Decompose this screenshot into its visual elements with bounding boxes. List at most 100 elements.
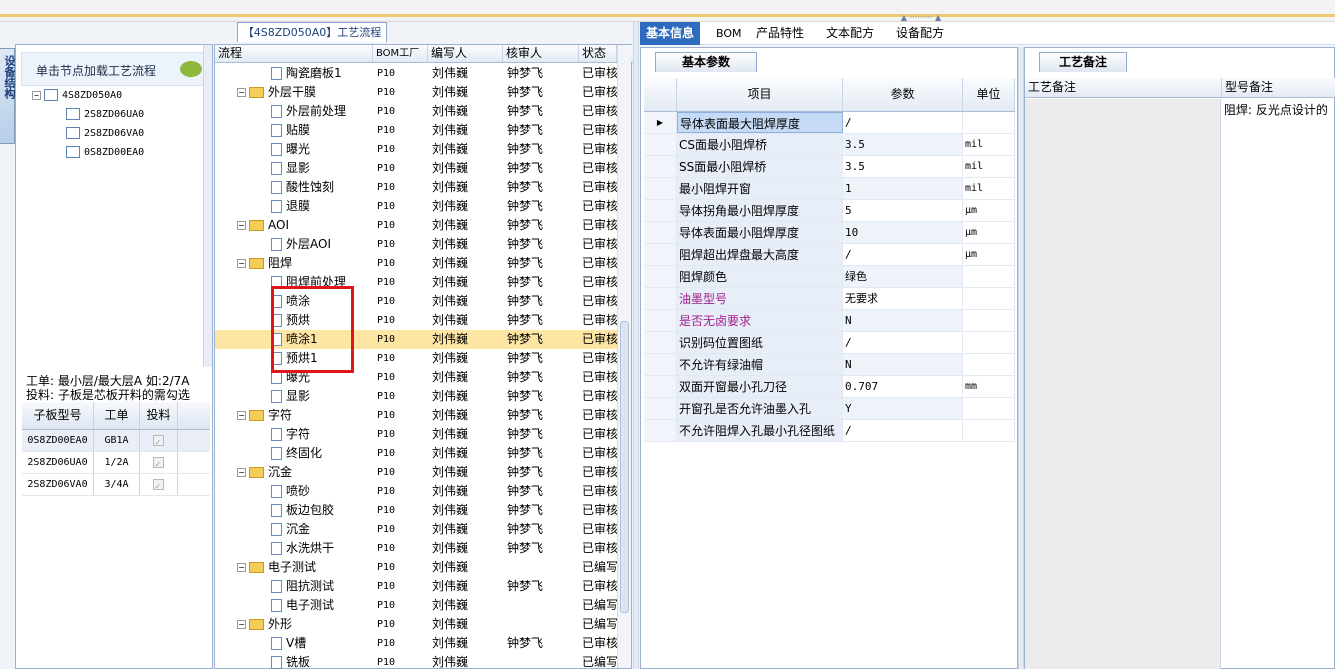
row-indicator[interactable] [644, 244, 677, 265]
table-row[interactable]: 2S8ZD06UA0 1/2A [22, 452, 210, 476]
vertical-tab-device-structure[interactable]: 设备结构 [0, 48, 16, 144]
process-row[interactable]: 外层AOI P10 刘伟巍 钟梦飞 已审核 [215, 235, 617, 254]
panel-splitter[interactable] [633, 22, 639, 669]
param-row[interactable]: 识别码位置图纸 / [644, 332, 1015, 354]
collapse-icon[interactable]: − [32, 90, 41, 100]
column-header[interactable]: 子板型号 [22, 402, 94, 429]
column-header[interactable]: 项目 [677, 78, 843, 111]
row-indicator[interactable] [644, 332, 677, 353]
process-row[interactable]: 贴膜 P10 刘伟巍 钟梦飞 已审核 [215, 121, 617, 140]
process-row[interactable]: 水洗烘干 P10 刘伟巍 钟梦飞 已审核 [215, 539, 617, 558]
column-header[interactable]: 单位 [963, 78, 1015, 111]
process-row[interactable]: 板边包胶 P10 刘伟巍 钟梦飞 已审核 [215, 501, 617, 520]
param-row[interactable]: 开窗孔是否允许油墨入孔 Y [644, 398, 1015, 420]
process-grid-scrollbar[interactable] [617, 45, 631, 668]
tab-basic-params[interactable]: 基本参数 [655, 52, 757, 72]
param-value[interactable]: N [843, 310, 963, 331]
row-indicator[interactable] [644, 376, 677, 397]
param-value[interactable]: N [843, 354, 963, 375]
process-row[interactable]: V槽 P10 刘伟巍 钟梦飞 已审核 [215, 634, 617, 653]
row-indicator[interactable] [644, 200, 677, 221]
param-row[interactable]: 不允许阻焊入孔最小孔径图纸 / [644, 420, 1015, 442]
feed-checkbox[interactable] [153, 432, 164, 454]
row-indicator[interactable] [644, 178, 677, 199]
collapse-icon[interactable]: − [237, 259, 246, 268]
column-header[interactable]: 工艺备注 [1025, 78, 1222, 97]
param-row[interactable]: 油墨型号 无要求 [644, 288, 1015, 310]
row-indicator[interactable] [644, 156, 677, 177]
remarks-cell-empty[interactable] [1025, 99, 1221, 669]
param-row[interactable]: 导体表面最小阻焊厚度 10 μm [644, 222, 1015, 244]
collapse-icon[interactable]: − [237, 620, 246, 629]
param-value[interactable]: Y [843, 398, 963, 419]
param-value[interactable]: / [843, 112, 963, 133]
process-row[interactable]: 喷砂 P10 刘伟巍 钟梦飞 已审核 [215, 482, 617, 501]
process-row[interactable]: − 电子测试 P10 刘伟巍 已编写 [215, 558, 617, 577]
tree-scrollbar[interactable] [203, 45, 212, 367]
scroll-thumb[interactable] [620, 321, 629, 613]
process-row[interactable]: 显影 P10 刘伟巍 钟梦飞 已审核 [215, 387, 617, 406]
feed-checkbox[interactable] [153, 476, 164, 498]
order-cell[interactable]: 1/2A [94, 452, 140, 473]
process-row[interactable]: − AOI P10 刘伟巍 钟梦飞 已审核 [215, 216, 617, 235]
process-row[interactable]: 陶瓷磨板1 P10 刘伟巍 钟梦飞 已审核 [215, 64, 617, 83]
param-value[interactable]: 1 [843, 178, 963, 199]
process-row[interactable]: 铣板 P10 刘伟巍 已编写 [215, 653, 617, 669]
param-row[interactable]: 双面开窗最小孔刀径 0.707 mm [644, 376, 1015, 398]
param-value[interactable]: 5 [843, 200, 963, 221]
tab-bom[interactable]: BOM [710, 22, 748, 45]
tab-process-remarks[interactable]: 工艺备注 [1039, 52, 1127, 72]
splitter-grip[interactable]: ▲ ········· ▲ [888, 14, 954, 22]
model-remark-cell[interactable]: 阻焊: 反光点设计的 [1224, 101, 1328, 118]
param-row[interactable]: CS面最小阻焊桥 3.5 mil [644, 134, 1015, 156]
column-header[interactable]: 工单 [94, 402, 140, 429]
tree-node[interactable]: 0S8ZD00EA0 [66, 144, 144, 162]
feed-checkbox[interactable] [153, 454, 164, 476]
param-value[interactable]: 无要求 [843, 288, 963, 309]
column-header[interactable]: 参数 [843, 78, 963, 111]
column-header[interactable]: 编写人 [428, 45, 503, 62]
tab-equipment-recipe[interactable]: 设备配方 [890, 22, 950, 45]
row-indicator[interactable] [644, 288, 677, 309]
table-row[interactable]: 0S8ZD00EA0 GB1A [22, 430, 210, 454]
collapse-icon[interactable]: − [237, 221, 246, 230]
row-indicator[interactable] [644, 222, 677, 243]
param-row[interactable]: 阻焊超出焊盘最大高度 / μm [644, 244, 1015, 266]
row-indicator[interactable] [644, 354, 677, 375]
process-row[interactable]: 显影 P10 刘伟巍 钟梦飞 已审核 [215, 159, 617, 178]
process-row[interactable]: − 外形 P10 刘伟巍 已编写 [215, 615, 617, 634]
process-row[interactable]: − 外层干膜 P10 刘伟巍 钟梦飞 已审核 [215, 83, 617, 102]
collapse-icon[interactable]: − [237, 411, 246, 420]
process-row[interactable]: 阻抗测试 P10 刘伟巍 钟梦飞 已审核 [215, 577, 617, 596]
process-row[interactable]: 曝光 P10 刘伟巍 钟梦飞 已审核 [215, 140, 617, 159]
param-value[interactable]: 绿色 [843, 266, 963, 287]
row-indicator[interactable] [644, 266, 677, 287]
param-value[interactable]: / [843, 332, 963, 353]
column-header[interactable]: 状态 [579, 45, 617, 62]
process-row[interactable]: 沉金 P10 刘伟巍 钟梦飞 已审核 [215, 520, 617, 539]
column-header[interactable]: 核审人 [503, 45, 579, 62]
process-row[interactable]: 终固化 P10 刘伟巍 钟梦飞 已审核 [215, 444, 617, 463]
column-header[interactable]: 流程 [215, 45, 373, 62]
param-value[interactable]: / [843, 244, 963, 265]
row-indicator[interactable] [644, 134, 677, 155]
row-indicator[interactable] [644, 420, 677, 441]
process-row[interactable]: 外层前处理 P10 刘伟巍 钟梦飞 已审核 [215, 102, 617, 121]
process-row[interactable]: − 字符 P10 刘伟巍 钟梦飞 已审核 [215, 406, 617, 425]
order-cell[interactable]: 3/4A [94, 474, 140, 495]
collapse-icon[interactable]: − [237, 88, 246, 97]
row-indicator[interactable] [644, 398, 677, 419]
param-value[interactable]: 3.5 [843, 156, 963, 177]
tab-product-features[interactable]: 产品特性 [750, 22, 810, 45]
tree-node[interactable]: 2S8ZD06UA0 [66, 106, 144, 124]
column-header[interactable]: 型号备注 [1222, 78, 1335, 97]
process-row[interactable]: − 阻焊 P10 刘伟巍 钟梦飞 已审核 [215, 254, 617, 273]
param-row[interactable]: 是否无卤要求 N [644, 310, 1015, 332]
tab-basic-info[interactable]: 基本信息 [640, 22, 701, 45]
collapse-icon[interactable]: − [237, 563, 246, 572]
process-row[interactable]: 退膜 P10 刘伟巍 钟梦飞 已审核 [215, 197, 617, 216]
tree-node-root[interactable]: − 4S8ZD050A0 [32, 87, 122, 105]
param-value[interactable]: 3.5 [843, 134, 963, 155]
param-row[interactable]: 不允许有绿油帽 N [644, 354, 1015, 376]
param-value[interactable]: 10 [843, 222, 963, 243]
